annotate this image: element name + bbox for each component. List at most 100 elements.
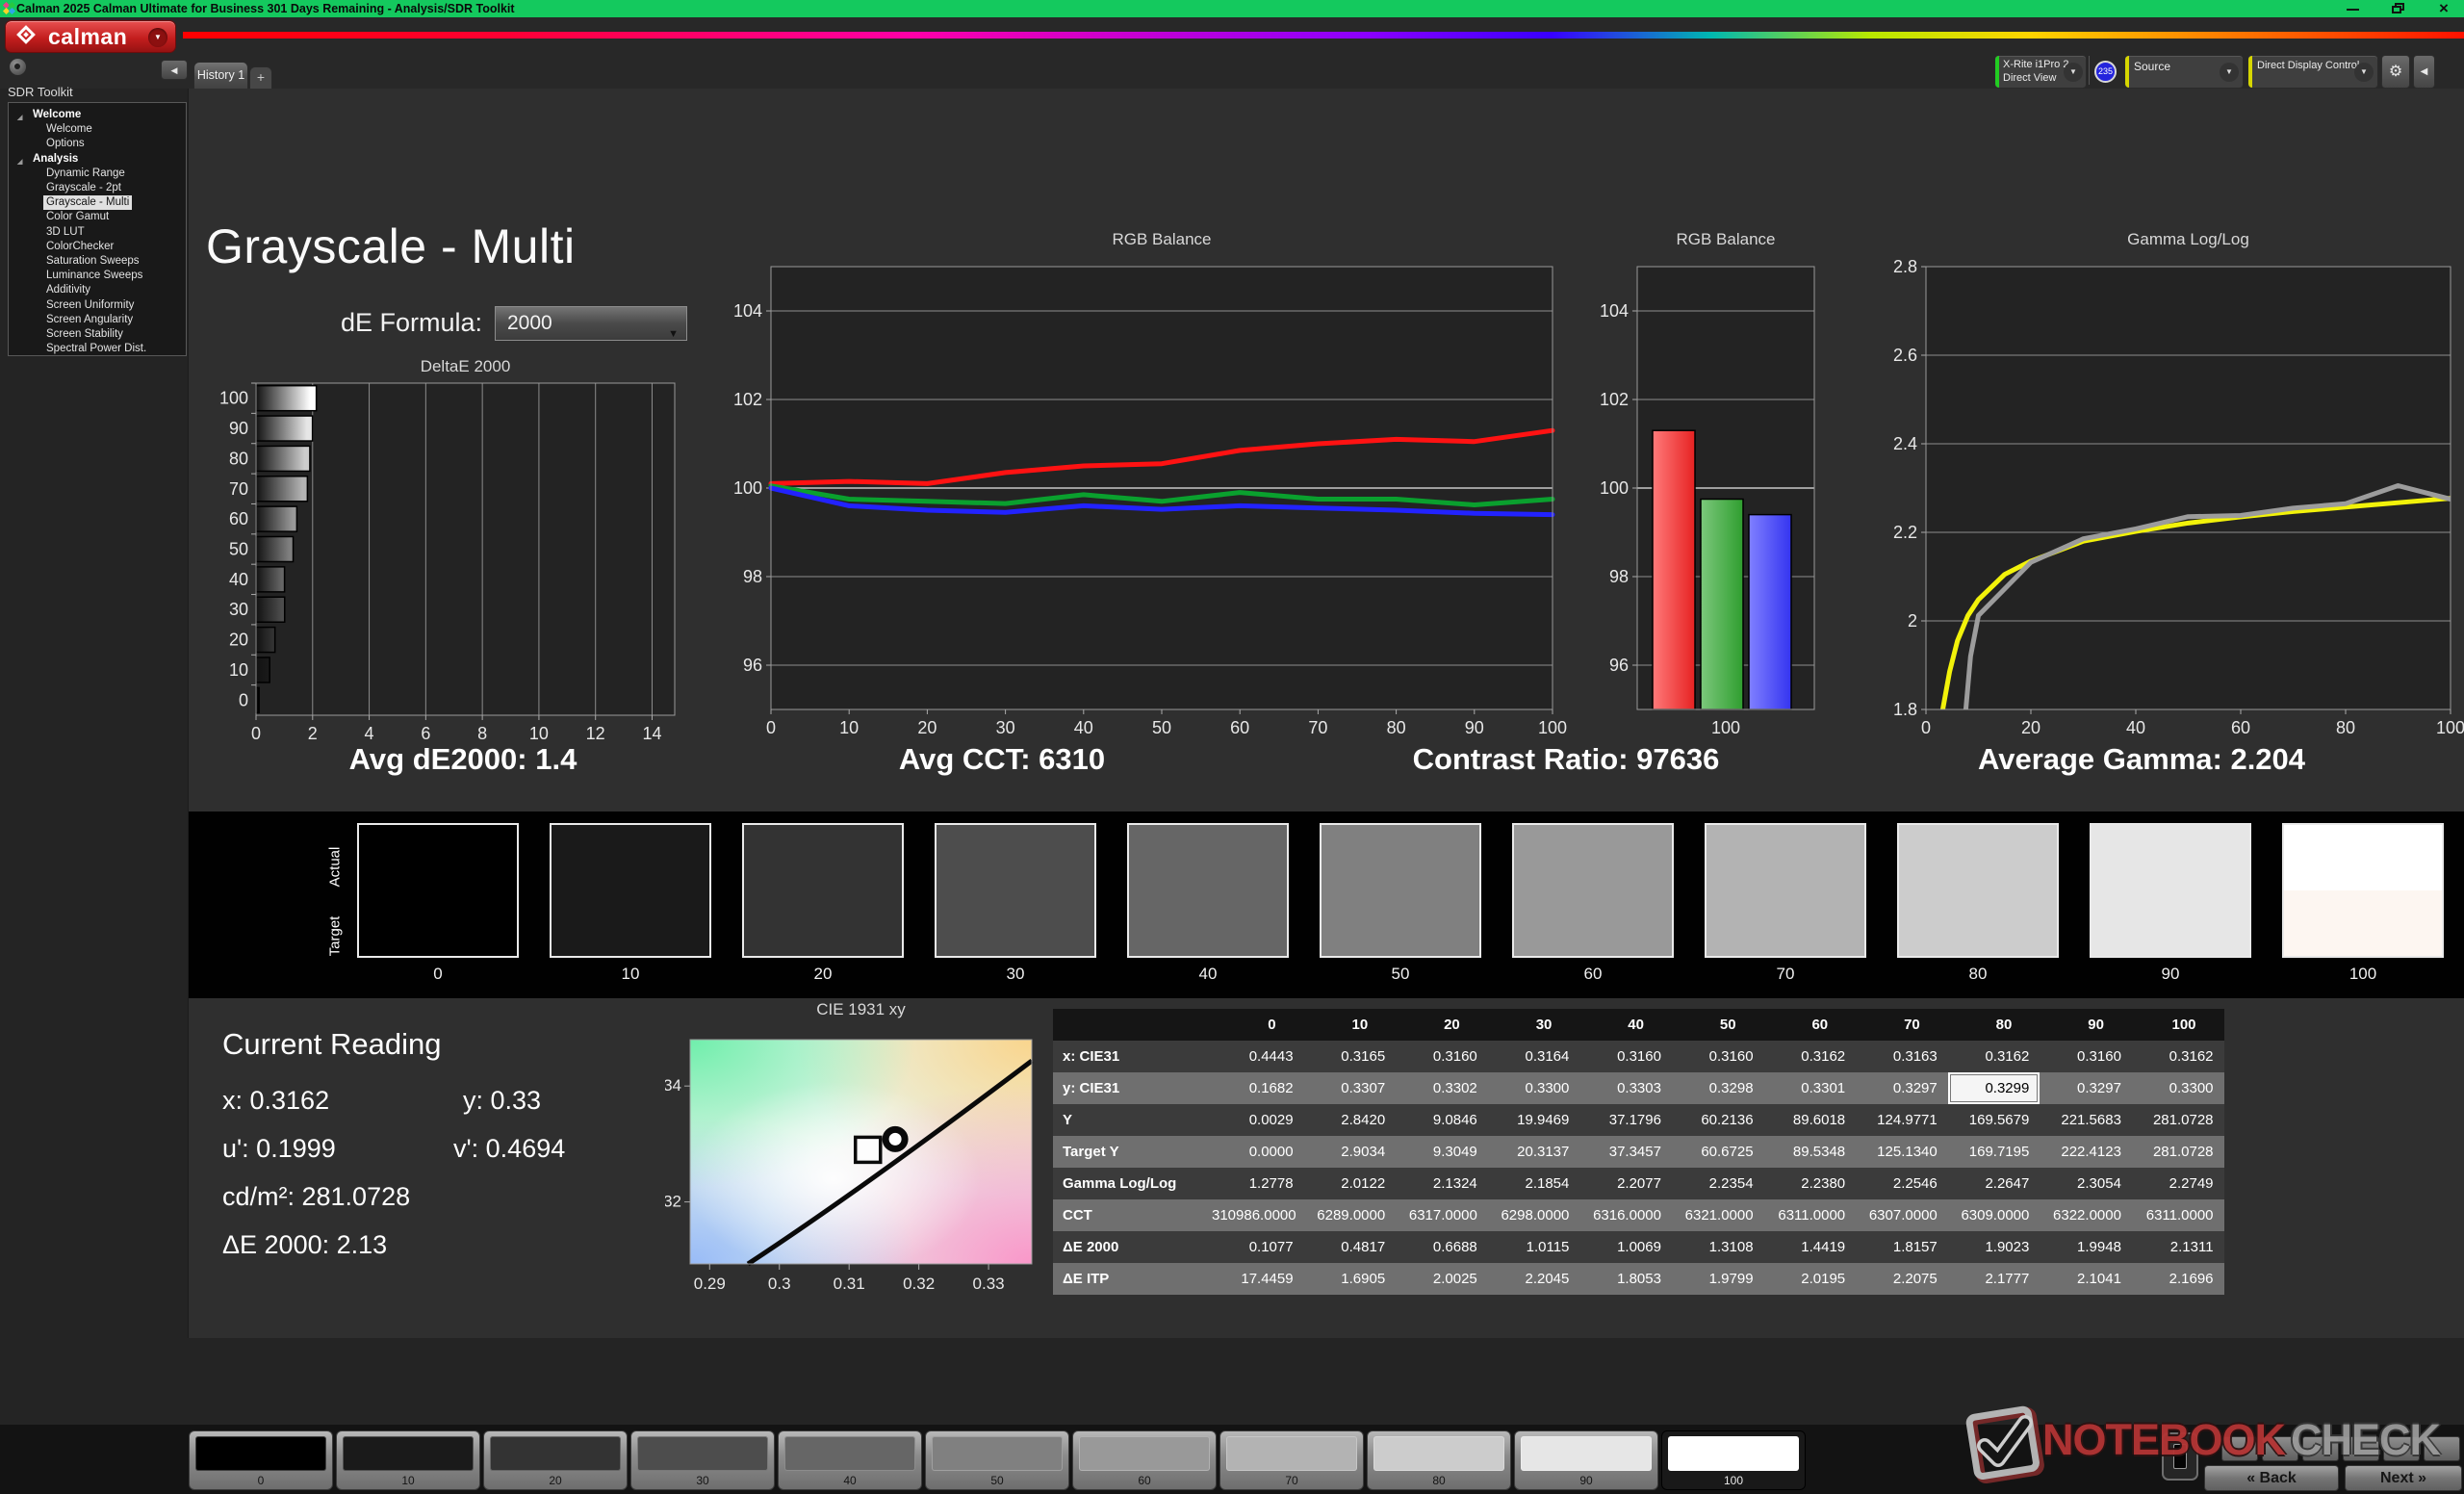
table-cell[interactable]: 6316.0000 (1579, 1199, 1672, 1231)
table-cell[interactable]: 2.2354 (1672, 1168, 1764, 1199)
table-cell[interactable]: 0.3297 (1856, 1072, 1948, 1104)
sidebar-item-screen-uniformity[interactable]: Screen Uniformity (9, 298, 186, 313)
table-cell[interactable]: 0.0000 (1212, 1136, 1304, 1168)
table-cell[interactable]: 1.6905 (1304, 1263, 1397, 1295)
table-cell[interactable]: 1.3108 (1672, 1231, 1764, 1263)
table-cell[interactable]: 1.8053 (1579, 1263, 1672, 1295)
sidebar-item-analysis[interactable]: ◢Analysis (9, 152, 186, 167)
table-cell[interactable]: 0.4817 (1304, 1231, 1397, 1263)
table-cell[interactable]: 1.4419 (1764, 1231, 1857, 1263)
workflow-dot-button[interactable] (10, 59, 26, 75)
settings-gear-button[interactable]: ⚙ (2381, 55, 2410, 89)
table-cell[interactable]: 1.2778 (1212, 1168, 1304, 1199)
meter-count-badge[interactable]: 235 (2094, 61, 2117, 83)
tab-history-1[interactable]: History 1 (193, 62, 248, 89)
pattern-button-0[interactable]: 0 (189, 1430, 333, 1490)
table-cell[interactable]: 310986.0000 (1212, 1199, 1304, 1231)
table-cell[interactable]: 19.9469 (1488, 1104, 1580, 1136)
table-cell[interactable]: 2.1696 (2132, 1263, 2224, 1295)
table-cell[interactable]: 221.5683 (2040, 1104, 2132, 1136)
table-cell[interactable]: 0.3298 (1672, 1072, 1764, 1104)
table-cell[interactable]: 0.3162 (2132, 1041, 2224, 1072)
table-cell[interactable]: 281.0728 (2132, 1104, 2224, 1136)
table-cell[interactable]: 37.3457 (1579, 1136, 1672, 1168)
sidebar-item-options[interactable]: Options (9, 137, 186, 151)
sidebar-collapse-button[interactable]: ◀ (161, 60, 188, 80)
table-cell[interactable]: 2.2647 (1948, 1168, 2040, 1199)
sidebar-item-welcome[interactable]: Welcome (9, 122, 186, 137)
table-cell[interactable]: 1.0069 (1579, 1231, 1672, 1263)
table-cell[interactable]: 124.9771 (1856, 1104, 1948, 1136)
table-cell[interactable]: 89.5348 (1764, 1136, 1857, 1168)
pattern-button-40[interactable]: 40 (778, 1430, 922, 1490)
table-cell[interactable]: 281.0728 (2132, 1136, 2224, 1168)
table-cell[interactable]: 0.3297 (2040, 1072, 2132, 1104)
table-cell[interactable]: 1.0115 (1488, 1231, 1580, 1263)
source-dropdown-arrow-icon[interactable]: ▼ (2220, 63, 2239, 82)
sidebar-item-screen-angularity[interactable]: Screen Angularity (9, 313, 186, 327)
panel-collapse-button[interactable]: ◀ (2413, 55, 2435, 89)
sidebar-item-luminance-sweeps[interactable]: Luminance Sweeps (9, 269, 186, 283)
sidebar-item-additivity[interactable]: Additivity (9, 283, 186, 297)
table-cell[interactable]: 1.9799 (1672, 1263, 1764, 1295)
close-button[interactable]: × (2436, 0, 2451, 17)
table-cell[interactable]: 0.3307 (1304, 1072, 1397, 1104)
table-cell[interactable]: 0.3165 (1304, 1041, 1397, 1072)
table-cell[interactable]: 6307.0000 (1856, 1199, 1948, 1231)
table-cell[interactable]: 2.9034 (1304, 1136, 1397, 1168)
table-cell[interactable]: 0.3300 (2132, 1072, 2224, 1104)
sidebar-item-grayscale-2pt[interactable]: Grayscale - 2pt (9, 181, 186, 195)
table-cell[interactable]: 6309.0000 (1948, 1199, 2040, 1231)
table-cell[interactable]: 0.3300 (1488, 1072, 1580, 1104)
table-cell[interactable]: 0.3301 (1764, 1072, 1857, 1104)
table-cell[interactable]: 222.4123 (2040, 1136, 2132, 1168)
table-cell[interactable]: 6311.0000 (2132, 1199, 2224, 1231)
display-control-dropdown-arrow-icon[interactable]: ▼ (2354, 63, 2374, 82)
table-cell[interactable]: 6321.0000 (1672, 1199, 1764, 1231)
table-cell[interactable]: 0.3160 (2040, 1041, 2132, 1072)
sidebar-item-dynamic-range[interactable]: Dynamic Range (9, 167, 186, 181)
table-cell[interactable]: 6322.0000 (2040, 1199, 2132, 1231)
table-cell[interactable]: 2.1854 (1488, 1168, 1580, 1199)
table-cell[interactable]: 0.3162 (1764, 1041, 1857, 1072)
sidebar-item-3d-lut[interactable]: 3D LUT (9, 225, 186, 240)
table-cell[interactable]: 0.3160 (1579, 1041, 1672, 1072)
maximize-button[interactable] (2392, 0, 2405, 17)
de-formula-select[interactable]: 2000 ▼ (495, 306, 687, 341)
sidebar-item-spectral-power-dist-[interactable]: Spectral Power Dist. (9, 342, 186, 356)
table-cell[interactable]: 2.2380 (1764, 1168, 1857, 1199)
sidebar-item-colorchecker[interactable]: ColorChecker (9, 240, 186, 254)
table-cell[interactable]: 1.9948 (2040, 1231, 2132, 1263)
table-cell[interactable]: 0.3160 (1396, 1041, 1488, 1072)
pattern-button-10[interactable]: 10 (336, 1430, 480, 1490)
calman-menu-button[interactable]: calman ▼ (5, 20, 176, 53)
table-cell[interactable]: 0.3164 (1488, 1041, 1580, 1072)
table-cell[interactable]: 0.3299 (1948, 1072, 2040, 1104)
table-cell[interactable]: 169.5679 (1948, 1104, 2040, 1136)
table-cell[interactable]: 2.0122 (1304, 1168, 1397, 1199)
meter-dropdown-arrow-icon[interactable]: ▼ (2064, 63, 2083, 82)
table-cell[interactable]: 89.6018 (1764, 1104, 1857, 1136)
table-cell[interactable]: 0.3160 (1672, 1041, 1764, 1072)
meter-dropdown[interactable]: X-Rite i1Pro 2 Direct View ▼ (1994, 55, 2087, 89)
table-cell[interactable]: 1.9023 (1948, 1231, 2040, 1263)
table-cell[interactable]: 1.8157 (1856, 1231, 1948, 1263)
table-cell[interactable]: 60.2136 (1672, 1104, 1764, 1136)
pattern-button-100[interactable]: 100 (1661, 1430, 1806, 1490)
sidebar-item-welcome[interactable]: ◢Welcome (9, 108, 186, 122)
table-cell[interactable]: 2.1324 (1396, 1168, 1488, 1199)
table-cell[interactable]: 6298.0000 (1488, 1199, 1580, 1231)
table-cell[interactable]: 6311.0000 (1764, 1199, 1857, 1231)
pattern-button-60[interactable]: 60 (1072, 1430, 1217, 1490)
table-cell[interactable]: 6317.0000 (1396, 1199, 1488, 1231)
table-cell[interactable]: 37.1796 (1579, 1104, 1672, 1136)
table-cell[interactable]: 9.0846 (1396, 1104, 1488, 1136)
table-cell[interactable]: 2.2045 (1488, 1263, 1580, 1295)
table-cell[interactable]: 0.3162 (1948, 1041, 2040, 1072)
table-cell[interactable]: 169.7195 (1948, 1136, 2040, 1168)
sidebar-item-saturation-sweeps[interactable]: Saturation Sweeps (9, 254, 186, 269)
pattern-button-70[interactable]: 70 (1219, 1430, 1364, 1490)
table-cell[interactable]: 2.8420 (1304, 1104, 1397, 1136)
minimize-button[interactable] (2347, 0, 2360, 17)
table-cell[interactable]: 0.3303 (1579, 1072, 1672, 1104)
